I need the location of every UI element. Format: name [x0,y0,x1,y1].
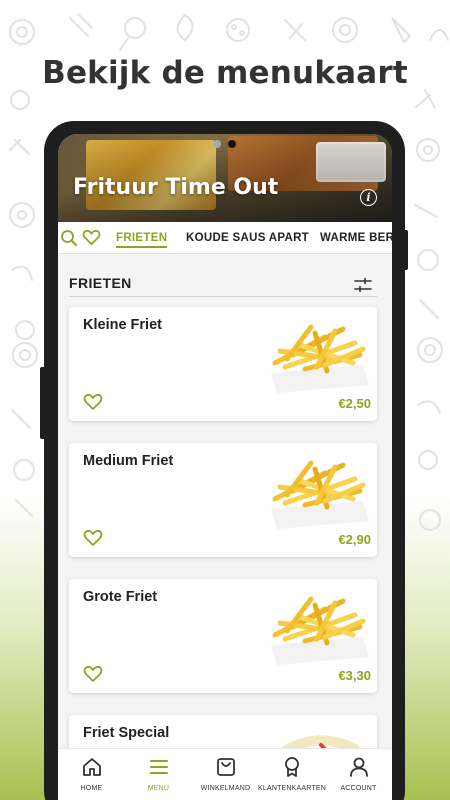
nav-home-label: HOME [80,785,103,792]
section-divider [69,296,377,297]
product-card[interactable]: Grote Friet €3,30 [69,579,377,693]
favorites-heart-icon[interactable] [82,229,101,246]
nav-home[interactable]: HOME [58,749,125,800]
fries-product-image [271,460,369,529]
phone-side-button [40,367,46,439]
product-card[interactable]: Medium Friet €2,90 [69,443,377,557]
nav-klantenkaarten[interactable]: KLANTENKAARTEN [258,749,327,800]
product-name: Medium Friet [83,453,174,469]
product-name: Kleine Friet [83,317,162,333]
phone-volume-button [403,230,408,270]
tab-koude-saus-apart[interactable]: KOUDE SAUS APART [186,232,309,244]
menu-icon [149,760,168,774]
product-name: Friet Special [83,725,170,741]
fries-product-image [271,324,369,393]
camera-lens [228,140,236,148]
tab-frieten[interactable]: FRIETEN [116,232,168,248]
nav-menu-label: MENU [147,785,170,792]
section-title: FRIETEN [69,275,132,291]
filter-sliders-icon[interactable] [354,278,372,292]
nav-klantenkaarten-label: KLANTENKAARTEN [258,785,327,792]
shopping-bag-icon [216,758,235,776]
home-icon [82,758,101,776]
fries-product-image [271,596,369,665]
favorite-heart-icon[interactable] [83,393,103,411]
tab-warme-beri[interactable]: WARME BERI [320,232,392,244]
nav-menu[interactable]: MENU [125,749,192,800]
page-headline: Bekijk de menukaart [42,55,408,91]
nav-winkelmand[interactable]: WINKELMAND [192,749,259,800]
restaurant-name: Frituur Time Out [73,175,279,200]
nav-account-label: ACCOUNT [340,785,377,792]
category-tab-bar: FRIETEN KOUDE SAUS APART WARME BERI [58,222,392,254]
nav-account[interactable]: ACCOUNT [325,749,392,800]
product-price: €2,50 [338,396,371,411]
nav-winkelmand-label: WINKELMAND [200,785,251,792]
account-icon [349,757,368,777]
info-icon[interactable]: i [360,189,377,206]
app-screen: Frituur Time Out i FRIETEN KOUDE SAUS AP… [58,134,392,800]
favorite-heart-icon[interactable] [83,529,103,547]
product-price: €3,30 [338,668,371,683]
loyalty-badge-icon [284,757,299,777]
bottom-navigation: HOME MENU WINKELMAND KLANTENKAARTEN ACCO… [58,748,392,800]
camera-dot [213,140,221,148]
favorite-heart-icon[interactable] [83,665,103,683]
restaurant-hero-image: Frituur Time Out i [58,134,392,222]
product-price: €2,90 [338,532,371,547]
product-card[interactable]: Kleine Friet €2,50 [69,307,377,421]
search-icon[interactable] [60,229,78,247]
product-name: Grote Friet [83,589,158,605]
